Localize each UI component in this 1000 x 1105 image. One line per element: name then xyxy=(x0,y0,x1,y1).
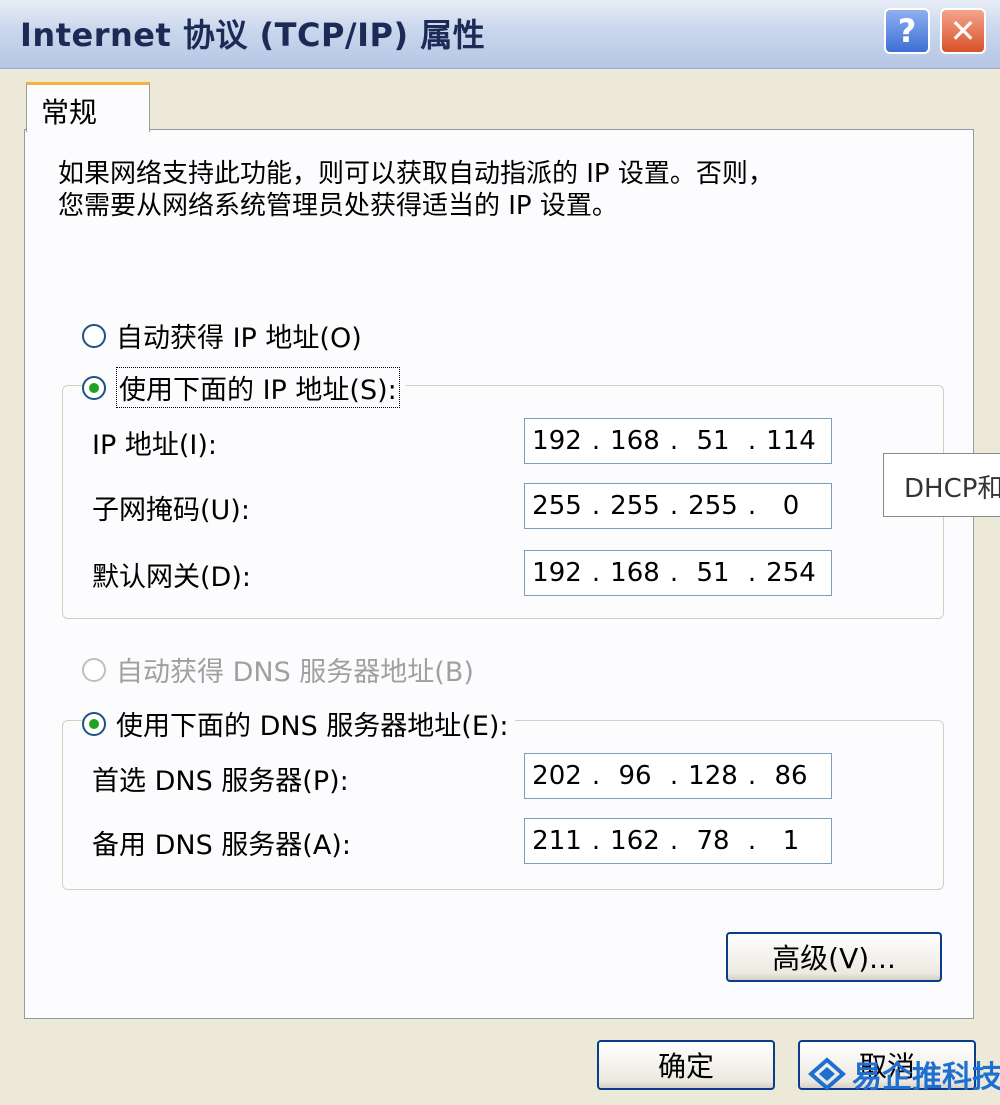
radio-selected-dot xyxy=(89,382,99,393)
octet-separator: . xyxy=(747,491,757,521)
watermark-text: 易企推科技 xyxy=(852,1060,1000,1095)
octet-separator: . xyxy=(591,558,601,588)
octet-separator: . xyxy=(747,558,757,588)
alternate-dns-input[interactable]: 211. 162. 78. 1 xyxy=(524,818,832,864)
octet-separator: . xyxy=(669,491,679,521)
dns-manual-radio[interactable] xyxy=(82,711,106,736)
octet-4[interactable]: 1 xyxy=(759,826,823,856)
octet-4[interactable]: 254 xyxy=(759,558,823,588)
preferred-dns-input[interactable]: 202. 96. 128. 86 xyxy=(524,753,832,799)
octet-separator: . xyxy=(669,826,679,856)
octet-2[interactable]: 168 xyxy=(603,426,667,456)
ip-manual-option[interactable]: 使用下面的 IP 地址(S): xyxy=(82,367,406,408)
octet-3[interactable]: 128 xyxy=(681,761,745,791)
ok-button[interactable]: 确定 xyxy=(597,1040,775,1090)
octet-separator: . xyxy=(591,426,601,456)
ip-auto-radio[interactable] xyxy=(82,323,106,348)
dns-settings-group xyxy=(62,720,944,890)
tab-general[interactable]: 常规 xyxy=(26,82,150,132)
intro-text: 如果网络支持此功能，则可以获取自动指派的 IP 设置。否则， 您需要从网络系统管… xyxy=(58,159,774,221)
tooltip: DHCP和 xyxy=(883,453,1000,517)
octet-2[interactable]: 168 xyxy=(603,558,667,588)
ip-address-label: IP 地址(I): xyxy=(92,430,217,461)
preferred-dns-label: 首选 DNS 服务器(P): xyxy=(92,766,349,797)
dns-manual-label: 使用下面的 DNS 服务器地址(E): xyxy=(116,711,509,742)
advanced-button[interactable]: 高级(V)... xyxy=(726,932,942,982)
ip-address-input[interactable]: 192. 168. 51. 114 xyxy=(524,418,832,464)
octet-1[interactable]: 192 xyxy=(525,558,589,588)
subnet-mask-label: 子网掩码(U): xyxy=(92,495,250,526)
octet-1[interactable]: 211 xyxy=(525,826,589,856)
dns-auto-option: 自动获得 DNS 服务器地址(B) xyxy=(82,650,474,689)
octet-2[interactable]: 96 xyxy=(603,761,667,791)
octet-3[interactable]: 51 xyxy=(681,426,745,456)
octet-2[interactable]: 255 xyxy=(603,491,667,521)
alternate-dns-label: 备用 DNS 服务器(A): xyxy=(92,830,351,861)
octet-4[interactable]: 0 xyxy=(759,491,823,521)
octet-separator: . xyxy=(669,761,679,791)
watermark: 易企推科技 xyxy=(808,1052,1000,1096)
octet-separator: . xyxy=(747,761,757,791)
dns-auto-radio xyxy=(82,657,106,682)
ip-manual-label: 使用下面的 IP 地址(S): xyxy=(116,367,400,408)
subnet-mask-input[interactable]: 255. 255. 255. 0 xyxy=(524,483,832,529)
dns-auto-label: 自动获得 DNS 服务器地址(B) xyxy=(116,657,474,688)
dns-manual-option[interactable]: 使用下面的 DNS 服务器地址(E): xyxy=(82,704,515,743)
watermark-logo-icon xyxy=(808,1057,846,1091)
octet-separator: . xyxy=(591,761,601,791)
title-bar: Internet 协议 (TCP/IP) 属性 ? ✕ xyxy=(0,0,1000,69)
octet-separator: . xyxy=(669,558,679,588)
ip-manual-radio[interactable] xyxy=(82,375,106,400)
help-icon: ? xyxy=(897,12,917,50)
ip-auto-label: 自动获得 IP 地址(O) xyxy=(116,323,362,354)
octet-separator: . xyxy=(747,826,757,856)
octet-2[interactable]: 162 xyxy=(603,826,667,856)
octet-1[interactable]: 255 xyxy=(525,491,589,521)
ip-auto-option[interactable]: 自动获得 IP 地址(O) xyxy=(82,316,362,355)
octet-3[interactable]: 255 xyxy=(681,491,745,521)
octet-separator: . xyxy=(747,426,757,456)
help-button[interactable]: ? xyxy=(884,8,930,54)
octet-separator: . xyxy=(591,826,601,856)
close-button[interactable]: ✕ xyxy=(940,8,986,54)
radio-selected-dot xyxy=(89,718,99,729)
octet-4[interactable]: 114 xyxy=(759,426,823,456)
octet-4[interactable]: 86 xyxy=(759,761,823,791)
default-gateway-input[interactable]: 192. 168. 51. 254 xyxy=(524,550,832,596)
octet-separator: . xyxy=(669,426,679,456)
octet-3[interactable]: 51 xyxy=(681,558,745,588)
window-title: Internet 协议 (TCP/IP) 属性 xyxy=(20,16,486,54)
octet-3[interactable]: 78 xyxy=(681,826,745,856)
default-gateway-label: 默认网关(D): xyxy=(92,562,251,593)
octet-1[interactable]: 192 xyxy=(525,426,589,456)
octet-1[interactable]: 202 xyxy=(525,761,589,791)
close-icon: ✕ xyxy=(949,12,977,50)
octet-separator: . xyxy=(591,491,601,521)
